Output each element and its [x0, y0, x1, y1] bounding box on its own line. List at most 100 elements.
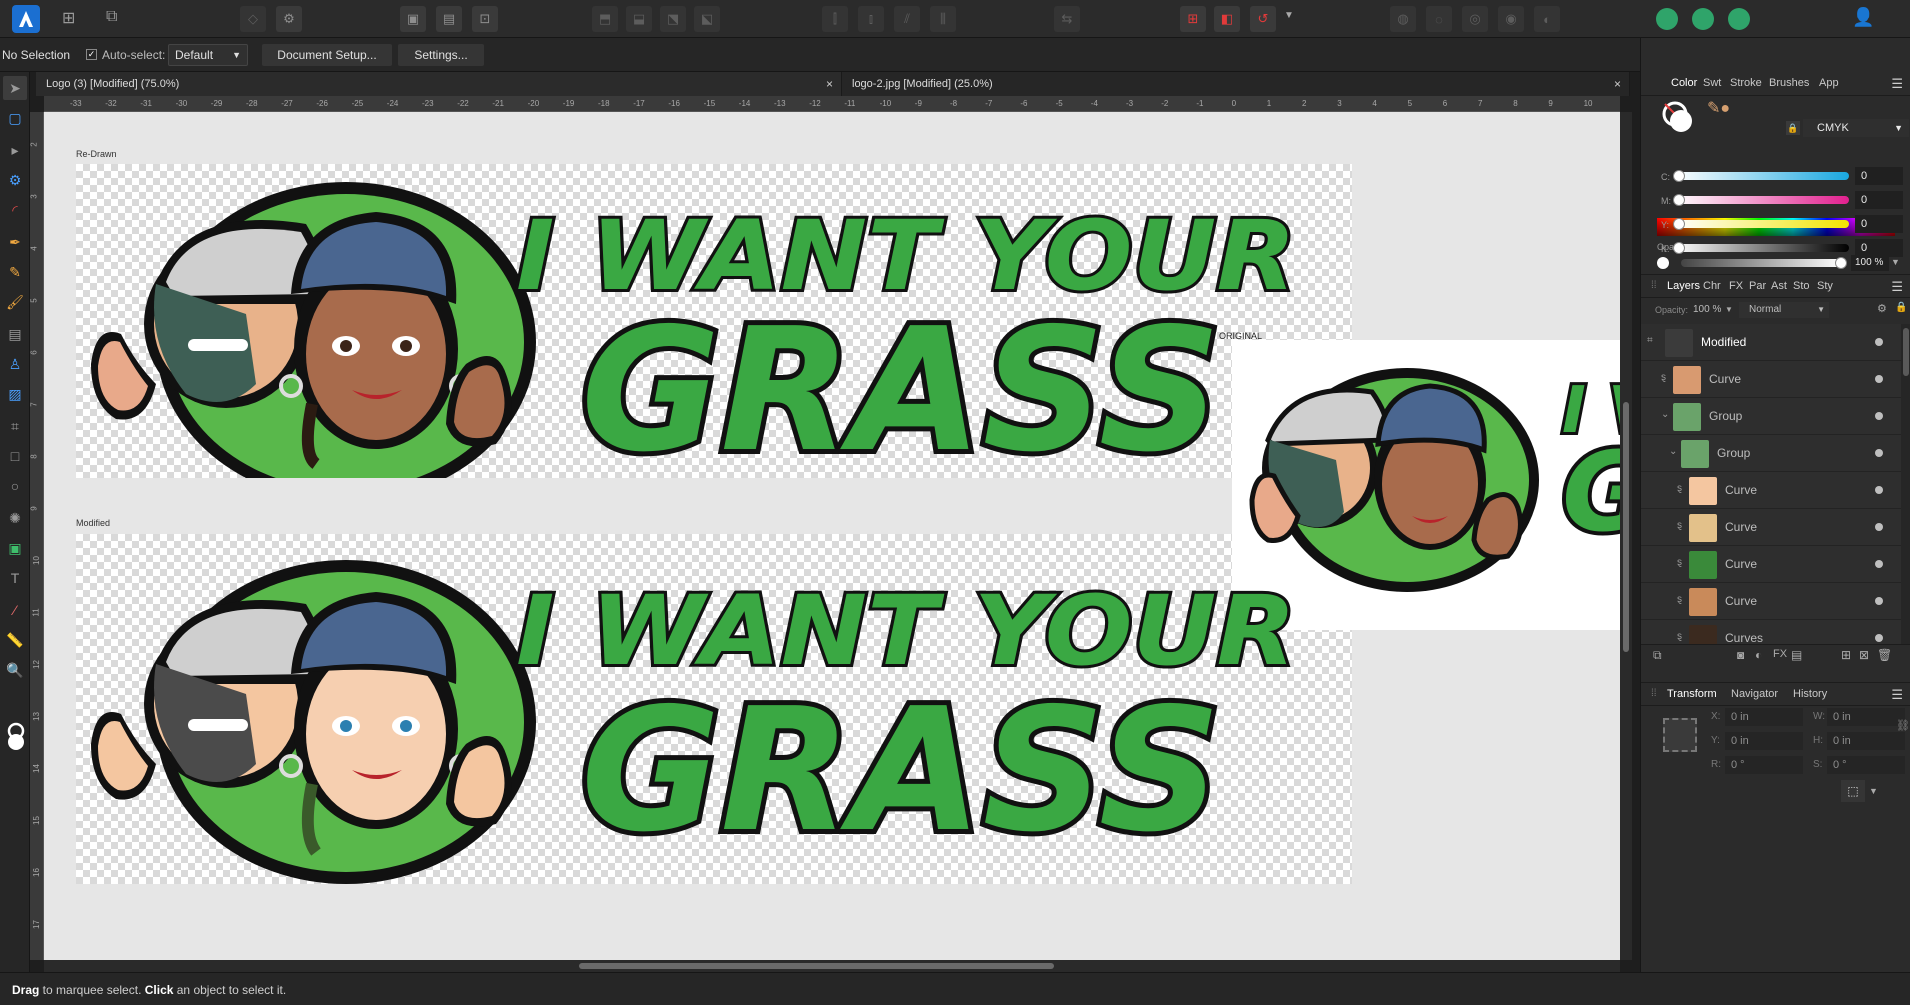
pen-tool-icon[interactable]: ✒ — [3, 230, 27, 254]
color-model-dropdown[interactable]: CMYK ▼ — [1803, 119, 1909, 137]
panel-grip-icon[interactable]: ⁞⁞ — [1651, 280, 1657, 291]
tab-color[interactable]: Color — [1671, 77, 1697, 89]
lock-icon[interactable]: 🔒 — [1786, 121, 1800, 135]
panel-grip-icon[interactable]: ⁞⁞ — [1651, 688, 1657, 699]
channel-slider[interactable] — [1675, 244, 1849, 252]
chevron-down-icon[interactable]: ▼ — [1725, 305, 1733, 314]
layer-fx-icon[interactable]: ȿ — [1677, 557, 1682, 568]
vscroll-thumb[interactable] — [1623, 402, 1629, 652]
node-tool-icon[interactable]: ▸ — [3, 138, 27, 162]
channel-slider-knob[interactable] — [1673, 218, 1685, 230]
zoom-tool-icon[interactable]: 🔍 — [3, 658, 27, 682]
layer-row[interactable]: ȿ Curves — [1641, 620, 1901, 644]
tab-transform[interactable]: Transform — [1667, 688, 1717, 700]
channel-value-field[interactable]: 0 — [1855, 239, 1903, 257]
w-field[interactable]: 0 in — [1827, 708, 1905, 726]
auto-select-dropdown[interactable]: Default ▼ — [168, 44, 248, 66]
cog-shape-icon[interactable]: ✺ — [3, 506, 27, 530]
arrange-back-icon[interactable]: ⬒ — [592, 6, 618, 32]
horizontal-ruler[interactable]: -33 -32 -31 -30 -29 -28 -27 -26 -25 -24 -23 -22 -21-… — [44, 96, 1620, 112]
align-top-icon[interactable]: ⫼ — [930, 6, 956, 32]
visibility-toggle-icon[interactable] — [1875, 634, 1883, 642]
pencil-tool-icon[interactable]: ✎ — [3, 260, 27, 284]
tab-navigator[interactable]: Navigator — [1731, 688, 1778, 700]
visibility-toggle-icon[interactable] — [1875, 560, 1883, 568]
select-node-icon[interactable]: ⊡ — [472, 6, 498, 32]
visibility-toggle-icon[interactable] — [1875, 412, 1883, 420]
align-center-icon[interactable]: ⫾ — [858, 6, 884, 32]
affinity-designer-icon[interactable] — [12, 5, 40, 33]
settings-button[interactable]: Settings... — [398, 44, 484, 66]
transparency-tool-icon[interactable]: ♙ — [3, 352, 27, 376]
r-field[interactable]: 0 ° — [1725, 756, 1803, 774]
artboard-tool-icon[interactable]: ▢ — [3, 106, 27, 130]
channel-slider[interactable] — [1675, 196, 1849, 204]
vertical-scrollbar[interactable] — [1620, 112, 1632, 960]
channel-value-field[interactable]: 0 — [1855, 167, 1903, 185]
adjustment-icon[interactable]: ◐ — [1755, 648, 1762, 662]
document-canvas[interactable]: Re-Drawn Modified I WANT YOUR GRASS ORIG… — [44, 112, 1620, 960]
layer-row[interactable]: ⌗ Modified — [1641, 324, 1901, 361]
tab-logo-2[interactable]: logo-2.jpg [Modified] (25.0%) × — [842, 72, 1630, 96]
layer-fx-icon[interactable]: ȿ — [1661, 372, 1666, 383]
brush-tool-icon[interactable]: 🖌 — [3, 290, 27, 314]
arrange-forward-icon[interactable]: ⬔ — [660, 6, 686, 32]
fx-icon[interactable]: FX — [1773, 648, 1787, 660]
boolean-divide-icon[interactable]: ◐ — [1534, 6, 1560, 32]
snapping-toggle-icon[interactable]: ⊞ — [1180, 6, 1206, 32]
layer-row[interactable]: ȿ Curve — [1641, 546, 1901, 583]
persona-grid-icon[interactable]: ⊞ — [62, 8, 84, 30]
boolean-subtract-icon[interactable]: ◌ — [1426, 6, 1452, 32]
studio-color-icon[interactable] — [1728, 8, 1750, 30]
document-setup-button[interactable]: Document Setup... — [262, 44, 392, 66]
boolean-xor-icon[interactable]: ◉ — [1498, 6, 1524, 32]
h-field[interactable]: 0 in — [1827, 732, 1905, 750]
layer-row[interactable]: ȿ Curve — [1641, 583, 1901, 620]
boolean-add-icon[interactable]: ◍ — [1390, 6, 1416, 32]
close-icon[interactable]: × — [826, 72, 833, 96]
snapping-dropdown-icon[interactable]: ▼ — [1284, 10, 1294, 21]
tab-swatches[interactable]: Swt — [1703, 77, 1721, 89]
close-icon[interactable]: × — [1614, 72, 1621, 96]
hscroll-thumb[interactable] — [579, 963, 1054, 969]
ellipse-tool-icon[interactable]: ○ — [3, 474, 27, 498]
channel-slider-knob[interactable] — [1673, 194, 1685, 206]
panel-menu-icon[interactable]: ☰ — [1891, 687, 1903, 703]
layer-row[interactable]: ȿ Curve — [1641, 361, 1901, 398]
studio-share-icon[interactable] — [1692, 8, 1714, 30]
export-persona-icon[interactable]: ⧉ — [106, 8, 128, 30]
tab-paragraph[interactable]: Par — [1749, 280, 1766, 292]
tab-assets[interactable]: Ast — [1771, 280, 1787, 292]
text-tool-icon[interactable]: T — [3, 566, 27, 590]
logo-modified[interactable]: I WANT YOUR GRASS — [76, 534, 1352, 884]
snapping-options-icon[interactable]: ⚙ — [276, 6, 302, 32]
move-tool-icon[interactable]: ➤ — [3, 76, 27, 100]
expand-chevron-icon[interactable]: ⌄ — [1661, 409, 1669, 420]
lock-aspect-icon[interactable]: ⛓ — [1896, 719, 1910, 732]
layer-row[interactable]: ⌄ Group — [1641, 398, 1901, 435]
layers-scrollbar[interactable] — [1901, 324, 1910, 644]
panel-menu-icon[interactable]: ☰ — [1891, 76, 1903, 92]
point-transform-icon[interactable]: ⚙ — [3, 168, 27, 192]
s-field[interactable]: 0 ° — [1827, 756, 1905, 774]
snapping-curve-icon[interactable]: ↺ — [1250, 6, 1276, 32]
corner-tool-icon[interactable]: ◜ — [3, 198, 27, 222]
view-mode-icon[interactable]: ◇ — [240, 6, 266, 32]
fill-stroke-swatch-icon[interactable] — [1661, 100, 1695, 134]
expand-chevron-icon[interactable]: ⌄ — [1669, 446, 1677, 457]
horizontal-scrollbar[interactable] — [44, 960, 1620, 972]
tab-appearance[interactable]: App — [1819, 77, 1839, 89]
tab-brushes[interactable]: Brushes — [1769, 77, 1809, 89]
anchor-point-selector[interactable] — [1663, 718, 1697, 752]
select-bounds-icon[interactable]: ▣ — [400, 6, 426, 32]
layer-fx-icon[interactable]: ȿ — [1677, 520, 1682, 531]
arrange-front-icon[interactable]: ⬕ — [694, 6, 720, 32]
studio-chat-icon[interactable] — [1656, 8, 1678, 30]
opacity-slider[interactable] — [1681, 259, 1841, 267]
group-icon[interactable]: ▤ — [1791, 648, 1802, 662]
visibility-toggle-icon[interactable] — [1875, 597, 1883, 605]
layer-fx-icon[interactable]: ȿ — [1677, 631, 1682, 642]
layer-row[interactable]: ⌄ Group — [1641, 435, 1901, 472]
opacity-slider-knob[interactable] — [1835, 257, 1847, 269]
color-picker-icon[interactable]: ⁄ — [3, 598, 27, 622]
